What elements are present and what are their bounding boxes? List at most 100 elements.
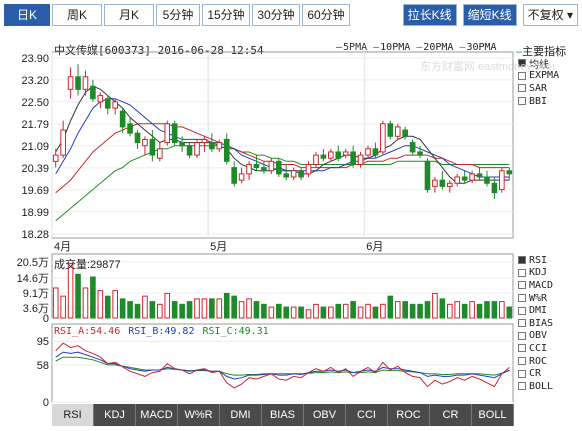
candle-body [439, 179, 446, 187]
y-tick-label: 18.99 [21, 207, 49, 219]
candle [499, 167, 505, 193]
candle-body [461, 176, 468, 181]
candle-body [164, 123, 171, 144]
vol-tick-label: 9.1万 [23, 288, 49, 300]
candle-body [491, 182, 498, 194]
volume-bar [194, 298, 200, 319]
volume-bar [82, 287, 89, 319]
y-tick-label: 23.20 [21, 75, 49, 87]
x-tick-label: 5月 [210, 241, 227, 253]
candle-body [469, 173, 475, 181]
candle [446, 180, 453, 193]
candle-body [201, 138, 208, 144]
candle [417, 145, 423, 159]
volume-bar [275, 303, 282, 319]
volume-bar [439, 298, 446, 319]
rsi_b-line [55, 351, 510, 380]
candle-body [335, 151, 342, 159]
volume-bar [209, 298, 215, 319]
tab-cr[interactable]: CR [430, 404, 472, 426]
candle [275, 158, 282, 178]
candle [313, 151, 319, 168]
volume-bar [357, 306, 364, 319]
candle-body [104, 98, 111, 109]
tab-macd[interactable]: MACD [136, 404, 178, 426]
candle-body [157, 148, 163, 159]
tab-obv[interactable]: OBV [304, 404, 346, 426]
candle-body [290, 170, 297, 178]
candle-body [372, 148, 379, 156]
candle [461, 170, 468, 184]
y-tick-label: 18.28 [21, 229, 49, 241]
candle-body [97, 95, 104, 103]
candle-body [506, 170, 513, 175]
stock-chart[interactable]: 东方财富网 eastmoney.com 23.90 23.20 22.50 21.79… [0, 0, 582, 431]
y-tick-label: 19.69 [21, 185, 49, 197]
indicator-tabs: RSI KDJ MACD W%R DMI BIAS OBV CCI ROC CR… [52, 404, 514, 426]
candle-body [394, 126, 401, 137]
candle-body [194, 142, 200, 156]
candle-body [209, 142, 215, 150]
rsi_a-line [55, 342, 510, 389]
volume-bar [409, 303, 416, 319]
volume-bar [461, 303, 468, 319]
candle-body [454, 176, 461, 184]
x-tick-label: 6月 [366, 241, 383, 253]
candle [439, 170, 446, 190]
candle [164, 120, 171, 146]
volume-bar [223, 292, 230, 319]
candle [484, 170, 490, 187]
volume-bar [350, 301, 356, 319]
volume-bar [75, 273, 81, 319]
candle [454, 173, 461, 187]
volume-bar [313, 303, 319, 319]
tab-cci[interactable]: CCI [346, 404, 388, 426]
candle-body [142, 138, 148, 147]
candle-body [446, 182, 453, 187]
candle-body [499, 170, 505, 191]
candle [328, 148, 334, 162]
tab-rsi[interactable]: RSI [52, 404, 94, 426]
ma10-line [55, 98, 510, 178]
tab-dmi[interactable]: DMI [220, 404, 262, 426]
y-tick-label: 21.09 [21, 141, 49, 153]
candle-body [424, 160, 431, 191]
y-tick-label: 20.39 [21, 163, 49, 175]
candle-body [476, 173, 483, 178]
y-tick-label: 23.90 [21, 53, 49, 65]
candle [127, 117, 133, 137]
candle [67, 67, 74, 99]
volume-label: 成交量:29877 [54, 259, 121, 271]
volume-bar [328, 306, 334, 319]
candle-body [320, 154, 327, 159]
candle [469, 170, 475, 184]
volume-bar [476, 303, 483, 319]
rsi-tick-label: 95 [37, 336, 49, 348]
candle [290, 167, 297, 181]
volume-bar [320, 306, 327, 319]
volume-bar [499, 301, 505, 319]
candle [402, 126, 408, 140]
candle [476, 167, 483, 181]
tab-bias[interactable]: BIAS [262, 404, 304, 426]
rsi-a-value: RSI_A:54.46 [54, 326, 121, 337]
tab-roc[interactable]: ROC [388, 404, 430, 426]
candle [216, 139, 223, 152]
volume-bar [52, 287, 59, 319]
volume-bar [402, 301, 408, 319]
tab-boll[interactable]: BOLL [472, 404, 514, 426]
candle-body [179, 142, 185, 147]
volume-bar [342, 303, 349, 319]
volume-bar [149, 301, 156, 319]
volume-bar [335, 303, 342, 319]
y-tick-label: 22.50 [21, 97, 49, 109]
tab-kdj[interactable]: KDJ [94, 404, 136, 426]
volume-bar [186, 301, 193, 319]
volume-bar [119, 298, 126, 319]
candle [209, 133, 215, 152]
candle-body [275, 160, 282, 175]
tab-wr[interactable]: W%R [178, 404, 220, 426]
candle-body [134, 132, 141, 144]
candle [171, 120, 178, 146]
volume-bar [469, 301, 475, 319]
